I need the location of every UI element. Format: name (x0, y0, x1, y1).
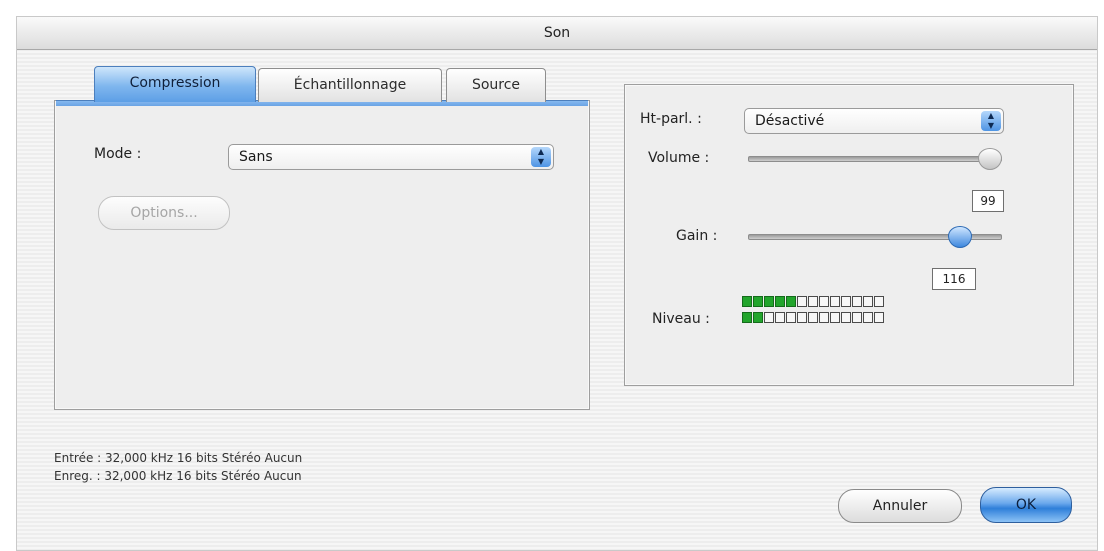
level-meter-cell (764, 296, 774, 307)
level-meter-cell (841, 296, 851, 307)
level-meter-cell (808, 312, 818, 323)
volume-label: Volume : (648, 150, 710, 166)
gain-label: Gain : (676, 228, 718, 244)
level-meter-cell (775, 312, 785, 323)
level-meter-cell (852, 312, 862, 323)
window-title: Son (17, 17, 1097, 50)
mode-label: Mode : (94, 146, 142, 162)
level-meter-cell (830, 296, 840, 307)
ok-button[interactable]: OK (980, 487, 1072, 523)
level-meter-cell (874, 312, 884, 323)
mode-select-value: Sans (239, 149, 273, 165)
level-meter-right (742, 312, 884, 323)
select-arrows-icon: ▲ ▼ (531, 147, 551, 167)
level-meter-left (742, 296, 884, 307)
level-meter-cell (819, 312, 829, 323)
tab-echantillonnage[interactable]: Échantillonnage (258, 68, 442, 102)
level-label: Niveau : (652, 311, 710, 327)
speaker-select[interactable]: Désactivé ▲ ▼ (744, 108, 1004, 134)
input-format-text: Entrée : 32,000 kHz 16 bits Stéréo Aucun (54, 451, 303, 465)
tab-source[interactable]: Source (446, 68, 546, 102)
level-meter-cell (786, 296, 796, 307)
level-meter-cell (797, 312, 807, 323)
record-format-text: Enreg. : 32,000 kHz 16 bits Stéréo Aucun (54, 469, 302, 483)
cancel-button[interactable]: Annuler (838, 489, 962, 523)
level-meter-cell (863, 296, 873, 307)
mode-select[interactable]: Sans ▲ ▼ (228, 144, 554, 170)
level-meter-cell (797, 296, 807, 307)
speaker-select-value: Désactivé (755, 113, 825, 129)
options-button[interactable]: Options... (98, 196, 230, 230)
level-meter-cell (808, 296, 818, 307)
level-meter-cell (841, 312, 851, 323)
level-meter-cell (742, 296, 752, 307)
level-meter-cell (764, 312, 774, 323)
volume-value: 99 (972, 190, 1004, 212)
level-meter-cell (753, 296, 763, 307)
level-meter-cell (852, 296, 862, 307)
speaker-label: Ht-parl. : (640, 111, 702, 127)
gain-value: 116 (932, 268, 976, 290)
level-meter-cell (863, 312, 873, 323)
level-meter-cell (742, 312, 752, 323)
level-meter-cell (830, 312, 840, 323)
level-meter-cell (775, 296, 785, 307)
level-meter-cell (874, 296, 884, 307)
select-arrows-icon: ▲ ▼ (981, 111, 1001, 131)
level-meter-cell (819, 296, 829, 307)
tab-compression[interactable]: Compression (94, 66, 256, 102)
level-meter-cell (786, 312, 796, 323)
volume-slider-track[interactable] (748, 156, 1002, 162)
level-meter-cell (753, 312, 763, 323)
